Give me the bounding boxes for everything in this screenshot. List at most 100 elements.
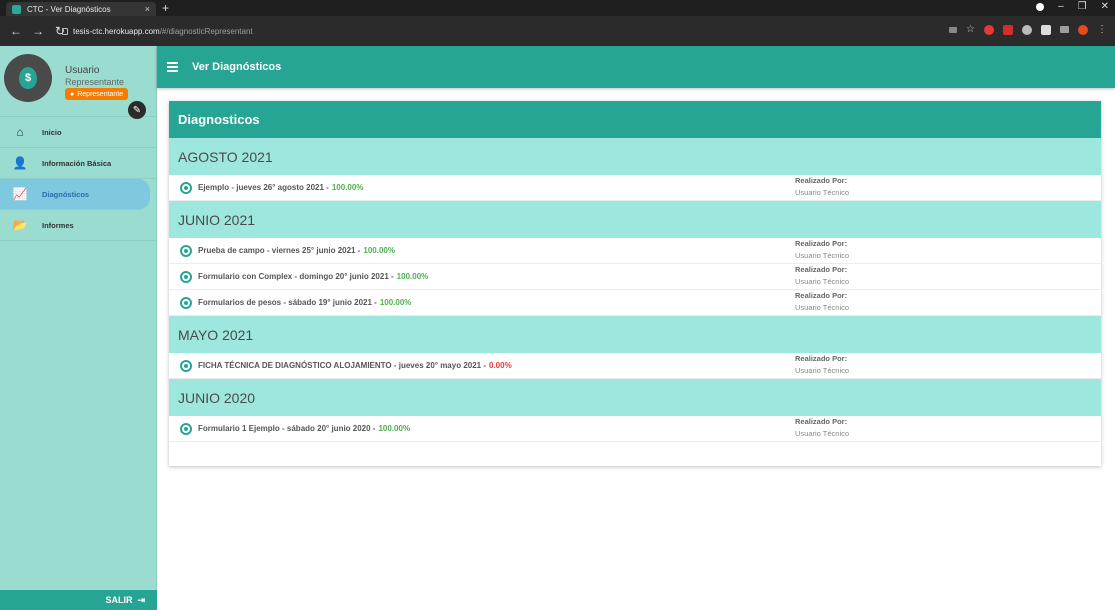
account-avatar-icon[interactable] xyxy=(1078,24,1088,35)
month-group-header: JUNIO 2021 xyxy=(169,201,1101,238)
user-profile: $ Usuario Representante ● Representante … xyxy=(0,46,156,119)
view-eye-icon[interactable] xyxy=(180,359,192,372)
month-group-header: MAYO 2021 xyxy=(169,316,1101,353)
browser-menu-icon[interactable]: ⋮ xyxy=(1097,24,1107,35)
user-icon: ● xyxy=(70,90,75,98)
browser-tab[interactable]: CTC - Ver Diagnósticos × xyxy=(6,2,156,16)
diagnostic-percent: 100.00% xyxy=(378,424,411,433)
browser-tab-bar: CTC - Ver Diagnósticos × + – ❐ ✕ xyxy=(0,0,1115,16)
view-eye-icon[interactable] xyxy=(180,296,192,309)
sidebar-item-diagnosticos[interactable]: 📈 Diagnósticos xyxy=(0,179,150,210)
logout-icon: ⇥ xyxy=(137,594,145,605)
diagnostic-title[interactable]: Formulario con Complex - domingo 20° jun… xyxy=(198,272,394,281)
back-icon[interactable]: ← xyxy=(10,24,22,38)
performed-by-label: Realizado Por: xyxy=(795,239,848,248)
minimize-icon[interactable]: – xyxy=(1058,1,1064,12)
performed-by-value: Usuario Técnico xyxy=(795,303,850,312)
logout-label: SALIR xyxy=(105,595,133,605)
site-favicon-icon xyxy=(12,4,21,14)
diagnostic-title[interactable]: Prueba de campo - viernes 25° junio 2021… xyxy=(198,246,360,255)
menu-icon[interactable] xyxy=(167,62,178,72)
performed-by-label: Realizado Por: xyxy=(795,176,848,185)
logout-button[interactable]: SALIR ⇥ xyxy=(0,590,157,610)
key-icon[interactable] xyxy=(949,26,958,33)
avatar: $ xyxy=(4,54,52,102)
sidebar-item-label: Inicio xyxy=(42,127,62,137)
performed-by-label: Realizado Por: xyxy=(795,291,848,300)
diagnostic-row: Formulario 1 Ejemplo - sábado 20° junio … xyxy=(169,416,1101,442)
month-group-header: JUNIO 2020 xyxy=(169,379,1101,416)
home-icon: ⌂ xyxy=(16,125,24,139)
sidebar-item-label: Informes xyxy=(42,220,74,230)
page-title: Ver Diagnósticos xyxy=(192,61,282,73)
folder-open-icon: 📂 xyxy=(12,218,28,232)
sidebar-item-informes[interactable]: 📂 Informes xyxy=(0,210,156,241)
sidebar-item-label: Diagnósticos xyxy=(42,189,90,199)
sidebar: $ Usuario Representante ● Representante … xyxy=(0,46,157,610)
user-name: Usuario xyxy=(65,65,100,76)
user-add-icon: 👤 xyxy=(12,156,28,170)
diagnostic-row: Formulario con Complex - domingo 20° jun… xyxy=(169,264,1101,290)
performed-by: Realizado Por: Usuario Técnico xyxy=(795,417,849,438)
diagnostic-row: FICHA TÉCNICA DE DIAGNÓSTICO ALOJAMIENTO… xyxy=(169,353,1101,379)
performed-by-value: Usuario Técnico xyxy=(795,366,850,375)
diagnostic-percent: 100.00% xyxy=(363,246,395,255)
diagnostic-percent: 100.00% xyxy=(331,183,364,192)
new-tab-button[interactable]: + xyxy=(162,1,169,15)
card-title: Diagnosticos xyxy=(169,101,1101,138)
diagnostic-percent: 100.00% xyxy=(396,272,429,281)
diagnostic-row: Prueba de campo - viernes 25° junio 2021… xyxy=(169,238,1101,264)
forward-icon[interactable]: → xyxy=(32,24,44,38)
performed-by-label: Realizado Por: xyxy=(795,265,848,274)
diagnostics-card: Diagnosticos AGOSTO 2021 Ejemplo - jueves… xyxy=(169,101,1101,466)
diagnostics-list: AGOSTO 2021 Ejemplo - jueves 26° agosto 2… xyxy=(169,138,1101,442)
url-host: tesis-ctc.herokuapp.com xyxy=(73,26,160,36)
star-icon[interactable]: ☆ xyxy=(966,24,975,35)
performed-by: Realizado Por: Usuario Técnico xyxy=(795,265,849,286)
performed-by-value: Usuario Técnico xyxy=(795,188,850,197)
extension-icons: ☆ ⋮ xyxy=(949,24,1107,35)
performed-by: Realizado Por: Usuario Técnico xyxy=(795,354,849,375)
diagnostic-row: Formularios de pesos - sábado 19° junio … xyxy=(169,290,1101,316)
extension-gray-icon[interactable] xyxy=(1022,24,1032,35)
diagnostic-title[interactable]: FICHA TÉCNICA DE DIAGNÓSTICO ALOJAMIENTO… xyxy=(198,361,486,370)
view-eye-icon[interactable] xyxy=(180,270,192,283)
sidebar-item-informacion-basica[interactable]: 👤 Información Básica xyxy=(0,148,156,179)
view-eye-icon[interactable] xyxy=(180,181,192,194)
url-field[interactable]: tesis-ctc.herokuapp.com/#/diagnosticRepr… xyxy=(62,22,253,40)
diagnostic-chart-icon: 📈 xyxy=(12,187,28,201)
performed-by-label: Realizado Por: xyxy=(795,417,848,426)
performed-by: Realizado Por: Usuario Técnico xyxy=(795,176,849,197)
money-pin-icon: $ xyxy=(19,67,37,89)
performed-by-value: Usuario Técnico xyxy=(795,251,850,260)
sidebar-nav: ⌂ Inicio 👤 Información Básica 📈 Diagnóst… xyxy=(0,116,156,241)
window-controls: – ❐ ✕ xyxy=(1036,1,1109,12)
restore-icon[interactable]: ❐ xyxy=(1078,1,1087,12)
sidebar-item-label: Información Básica xyxy=(42,158,112,168)
diagnostic-row: Ejemplo - jueves 26° agosto 2021 -100.00… xyxy=(169,175,1101,201)
pencil-icon: ✎ xyxy=(132,104,142,116)
edit-profile-button[interactable]: ✎ xyxy=(128,101,146,119)
diagnostic-title[interactable]: Formularios de pesos - sábado 19° junio … xyxy=(198,298,377,307)
view-eye-icon[interactable] xyxy=(180,422,192,435)
diagnostic-title[interactable]: Formulario 1 Ejemplo - sábado 20° junio … xyxy=(198,424,375,433)
extension-red-icon[interactable] xyxy=(1003,24,1013,35)
lock-icon xyxy=(62,27,68,35)
sidebar-item-inicio[interactable]: ⌂ Inicio xyxy=(0,117,156,148)
diagnostic-title[interactable]: Ejemplo - jueves 26° agosto 2021 - xyxy=(198,183,329,192)
month-group-header: AGOSTO 2021 xyxy=(169,138,1101,175)
diagnostic-percent: 0.00% xyxy=(489,361,512,370)
address-bar: ← → ↻ tesis-ctc.herokuapp.com/#/diagnost… xyxy=(0,16,1115,46)
reading-list-icon[interactable] xyxy=(1060,26,1069,33)
tab-close-icon[interactable]: × xyxy=(145,4,150,14)
performed-by-value: Usuario Técnico xyxy=(795,429,850,438)
role-badge-label: Representante xyxy=(77,90,124,98)
close-window-icon[interactable]: ✕ xyxy=(1101,1,1109,12)
puzzle-icon[interactable] xyxy=(1041,24,1051,35)
performed-by: Realizado Por: Usuario Técnico xyxy=(795,291,849,312)
view-eye-icon[interactable] xyxy=(180,244,192,257)
user-role: Representante xyxy=(65,77,125,87)
profile-circle-icon[interactable] xyxy=(1036,2,1045,11)
url-path: /#/diagnosticRepresentant xyxy=(159,26,253,36)
adblock-icon[interactable] xyxy=(984,24,994,35)
